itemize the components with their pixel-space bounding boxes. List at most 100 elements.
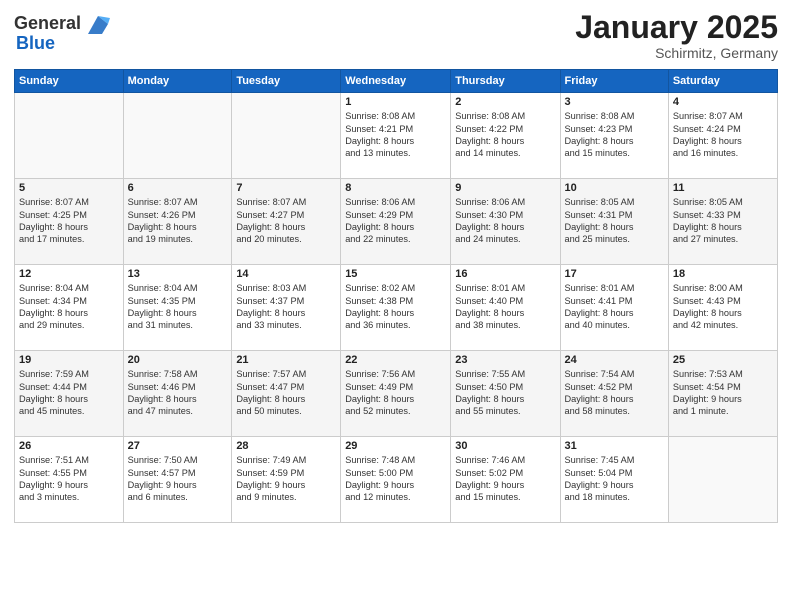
- table-row: 8Sunrise: 8:06 AMSunset: 4:29 PMDaylight…: [341, 179, 451, 265]
- table-row: 6 Sunrise: 8:07 AMSunset: 4:26 PMDaylight…: [123, 179, 232, 265]
- day-number: 13: [128, 268, 228, 280]
- day-number: 9: [455, 182, 555, 194]
- calendar-week-row: 19 Sunrise: 7:59 AMSunset: 4:44 PMDayligh…: [15, 351, 778, 437]
- day-number: 21: [236, 354, 336, 366]
- day-info: Sunrise: 8:08 AMSunset: 4:21 PMDaylight:…: [345, 110, 446, 160]
- table-row: 30 Sunrise: 7:46 AMSunset: 5:02 PMDayligh…: [451, 437, 560, 523]
- table-row: 22Sunrise: 7:56 AMSunset: 4:49 PMDayligh…: [341, 351, 451, 437]
- day-number: 16: [455, 268, 555, 280]
- day-number: 30: [455, 440, 555, 452]
- day-number: 8: [345, 182, 446, 194]
- day-info: Sunrise: 7:56 AMSunset: 4:49 PMDaylight:…: [345, 368, 446, 418]
- day-info: Sunrise: 8:05 AMSunset: 4:31 PMDaylight:…: [565, 196, 664, 246]
- table-row: 21 Sunrise: 7:57 AMSunset: 4:47 PMDayligh…: [232, 351, 341, 437]
- day-number: 6: [128, 182, 228, 194]
- day-info: Sunrise: 8:04 AMSunset: 4:34 PMDaylight:…: [19, 282, 119, 332]
- table-row: 25 Sunrise: 7:53 AMSunset: 4:54 PMDayligh…: [668, 351, 777, 437]
- table-row: 7 Sunrise: 8:07 AMSunset: 4:27 PMDaylight…: [232, 179, 341, 265]
- table-row: 2Sunrise: 8:08 AMSunset: 4:22 PMDaylight…: [451, 93, 560, 179]
- table-row: 29 Sunrise: 7:48 AMSunset: 5:00 PMDayligh…: [341, 437, 451, 523]
- table-row: 12Sunrise: 8:04 AMSunset: 4:34 PMDayligh…: [15, 265, 124, 351]
- table-row: 16Sunrise: 8:01 AMSunset: 4:40 PMDayligh…: [451, 265, 560, 351]
- day-number: 20: [128, 354, 228, 366]
- day-number: 25: [673, 354, 773, 366]
- month-title: January 2025: [575, 10, 778, 45]
- subtitle: Schirmitz, Germany: [575, 45, 778, 61]
- day-number: 7: [236, 182, 336, 194]
- day-number: 27: [128, 440, 228, 452]
- table-row: 28 Sunrise: 7:49 AMSunset: 4:59 PMDayligh…: [232, 437, 341, 523]
- day-info: Sunrise: 7:57 AMSunset: 4:47 PMDaylight:…: [236, 368, 336, 418]
- table-row: 26 Sunrise: 7:51 AMSunset: 4:55 PMDayligh…: [15, 437, 124, 523]
- day-number: 15: [345, 268, 446, 280]
- title-block: January 2025 Schirmitz, Germany: [575, 10, 778, 61]
- day-info: Sunrise: 8:06 AMSunset: 4:30 PMDaylight:…: [455, 196, 555, 246]
- table-row: 10 Sunrise: 8:05 AMSunset: 4:31 PMDayligh…: [560, 179, 668, 265]
- day-number: 26: [19, 440, 119, 452]
- day-info: Sunrise: 8:01 AMSunset: 4:41 PMDaylight:…: [565, 282, 664, 332]
- logo-blue: Blue: [16, 34, 55, 54]
- day-number: 4: [673, 96, 773, 108]
- day-number: 17: [565, 268, 664, 280]
- day-info: Sunrise: 8:08 AMSunset: 4:23 PMDaylight:…: [565, 110, 664, 160]
- header-tuesday: Tuesday: [232, 70, 341, 93]
- calendar: Sunday Monday Tuesday Wednesday Thursday…: [14, 69, 778, 523]
- day-info: Sunrise: 7:45 AMSunset: 5:04 PMDaylight:…: [565, 454, 664, 504]
- day-number: 24: [565, 354, 664, 366]
- table-row: [232, 93, 341, 179]
- table-row: 3 Sunrise: 8:08 AMSunset: 4:23 PMDaylight…: [560, 93, 668, 179]
- table-row: 11Sunrise: 8:05 AMSunset: 4:33 PMDayligh…: [668, 179, 777, 265]
- calendar-week-row: 1 Sunrise: 8:08 AMSunset: 4:21 PMDaylight…: [15, 93, 778, 179]
- day-info: Sunrise: 8:07 AMSunset: 4:24 PMDaylight:…: [673, 110, 773, 160]
- table-row: 4 Sunrise: 8:07 AMSunset: 4:24 PMDaylight…: [668, 93, 777, 179]
- logo-general: General: [14, 14, 81, 34]
- day-info: Sunrise: 7:55 AMSunset: 4:50 PMDaylight:…: [455, 368, 555, 418]
- day-info: Sunrise: 8:04 AMSunset: 4:35 PMDaylight:…: [128, 282, 228, 332]
- logo: General Blue: [14, 10, 112, 54]
- day-number: 31: [565, 440, 664, 452]
- table-row: 24 Sunrise: 7:54 AMSunset: 4:52 PMDayligh…: [560, 351, 668, 437]
- table-row: 14 Sunrise: 8:03 AMSunset: 4:37 PMDayligh…: [232, 265, 341, 351]
- header: General Blue January 2025 Schirmitz, Ger…: [14, 10, 778, 61]
- day-info: Sunrise: 8:07 AMSunset: 4:26 PMDaylight:…: [128, 196, 228, 246]
- header-friday: Friday: [560, 70, 668, 93]
- day-number: 28: [236, 440, 336, 452]
- calendar-week-row: 12Sunrise: 8:04 AMSunset: 4:34 PMDayligh…: [15, 265, 778, 351]
- day-number: 14: [236, 268, 336, 280]
- day-info: Sunrise: 8:07 AMSunset: 4:27 PMDaylight:…: [236, 196, 336, 246]
- day-info: Sunrise: 7:50 AMSunset: 4:57 PMDaylight:…: [128, 454, 228, 504]
- day-number: 29: [345, 440, 446, 452]
- table-row: [123, 93, 232, 179]
- day-info: Sunrise: 7:51 AMSunset: 4:55 PMDaylight:…: [19, 454, 119, 504]
- header-wednesday: Wednesday: [341, 70, 451, 93]
- day-info: Sunrise: 8:07 AMSunset: 4:25 PMDaylight:…: [19, 196, 119, 246]
- day-number: 1: [345, 96, 446, 108]
- table-row: 9 Sunrise: 8:06 AMSunset: 4:30 PMDaylight…: [451, 179, 560, 265]
- page: General Blue January 2025 Schirmitz, Ger…: [0, 0, 792, 612]
- logo-icon: [84, 10, 112, 38]
- day-number: 10: [565, 182, 664, 194]
- day-info: Sunrise: 8:08 AMSunset: 4:22 PMDaylight:…: [455, 110, 555, 160]
- table-row: [15, 93, 124, 179]
- day-info: Sunrise: 7:58 AMSunset: 4:46 PMDaylight:…: [128, 368, 228, 418]
- table-row: 5Sunrise: 8:07 AMSunset: 4:25 PMDaylight…: [15, 179, 124, 265]
- day-info: Sunrise: 8:00 AMSunset: 4:43 PMDaylight:…: [673, 282, 773, 332]
- day-number: 19: [19, 354, 119, 366]
- day-info: Sunrise: 7:54 AMSunset: 4:52 PMDaylight:…: [565, 368, 664, 418]
- table-row: 27 Sunrise: 7:50 AMSunset: 4:57 PMDayligh…: [123, 437, 232, 523]
- day-info: Sunrise: 7:49 AMSunset: 4:59 PMDaylight:…: [236, 454, 336, 504]
- calendar-week-row: 5Sunrise: 8:07 AMSunset: 4:25 PMDaylight…: [15, 179, 778, 265]
- day-info: Sunrise: 7:48 AMSunset: 5:00 PMDaylight:…: [345, 454, 446, 504]
- header-thursday: Thursday: [451, 70, 560, 93]
- table-row: 13 Sunrise: 8:04 AMSunset: 4:35 PMDayligh…: [123, 265, 232, 351]
- calendar-week-row: 26 Sunrise: 7:51 AMSunset: 4:55 PMDayligh…: [15, 437, 778, 523]
- calendar-header-row: Sunday Monday Tuesday Wednesday Thursday…: [15, 70, 778, 93]
- day-info: Sunrise: 7:59 AMSunset: 4:44 PMDaylight:…: [19, 368, 119, 418]
- day-info: Sunrise: 8:03 AMSunset: 4:37 PMDaylight:…: [236, 282, 336, 332]
- day-info: Sunrise: 7:53 AMSunset: 4:54 PMDaylight:…: [673, 368, 773, 418]
- table-row: 1 Sunrise: 8:08 AMSunset: 4:21 PMDaylight…: [341, 93, 451, 179]
- day-number: 3: [565, 96, 664, 108]
- day-number: 23: [455, 354, 555, 366]
- day-info: Sunrise: 7:46 AMSunset: 5:02 PMDaylight:…: [455, 454, 555, 504]
- header-sunday: Sunday: [15, 70, 124, 93]
